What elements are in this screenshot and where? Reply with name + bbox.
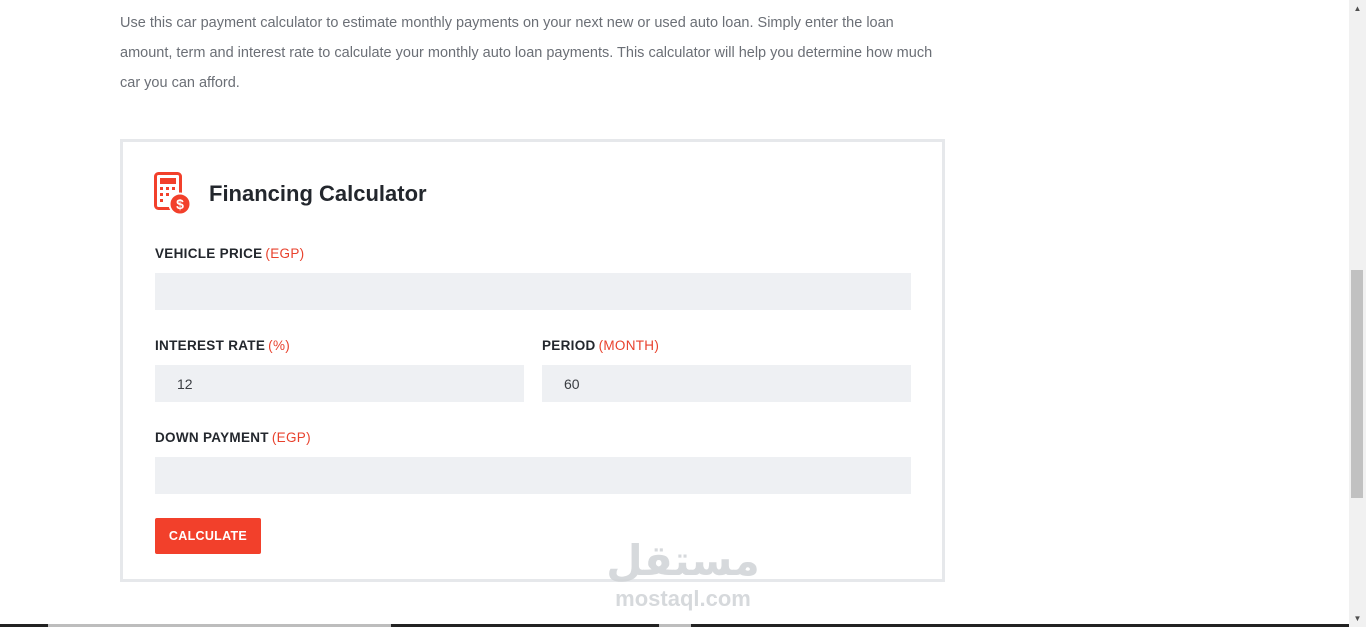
vehicle-price-unit: (EGP) [265,246,305,261]
down-payment-input[interactable] [155,457,911,494]
period-unit: (MONTH) [598,338,660,353]
financing-calculator: $ Financing Calculator VEHICLE PRICE (EGP… [120,139,945,582]
calculator-title: Financing Calculator [209,181,427,206]
calculator-header: $ Financing Calculator [154,172,427,216]
interest-rate-label: INTEREST RATE (%) [155,338,291,353]
vehicle-price-label: VEHICLE PRICE (EGP) [155,246,305,261]
scrollbar-thumb[interactable] [1351,270,1363,498]
interest-rate-input[interactable] [155,365,524,402]
interest-rate-unit: (%) [268,338,291,353]
vertical-scrollbar[interactable]: ▲ ▼ [1349,0,1366,627]
intro-paragraph: Use this car payment calculator to estim… [120,15,933,91]
period-input[interactable] [542,365,911,402]
down-payment-unit: (EGP) [271,430,311,445]
down-payment-label: DOWN PAYMENT (EGP) [155,430,311,445]
svg-text:$: $ [176,196,184,212]
watermark-latin: mostaql.com [615,586,751,611]
calculate-button[interactable]: CALCULATE [155,518,261,554]
scroll-down-arrow-icon[interactable]: ▼ [1349,610,1366,627]
calculator-dollar-icon: $ [154,172,192,216]
vehicle-price-input[interactable] [155,273,911,310]
scroll-up-arrow-icon[interactable]: ▲ [1349,0,1366,17]
period-label: PERIOD (MONTH) [542,338,660,353]
